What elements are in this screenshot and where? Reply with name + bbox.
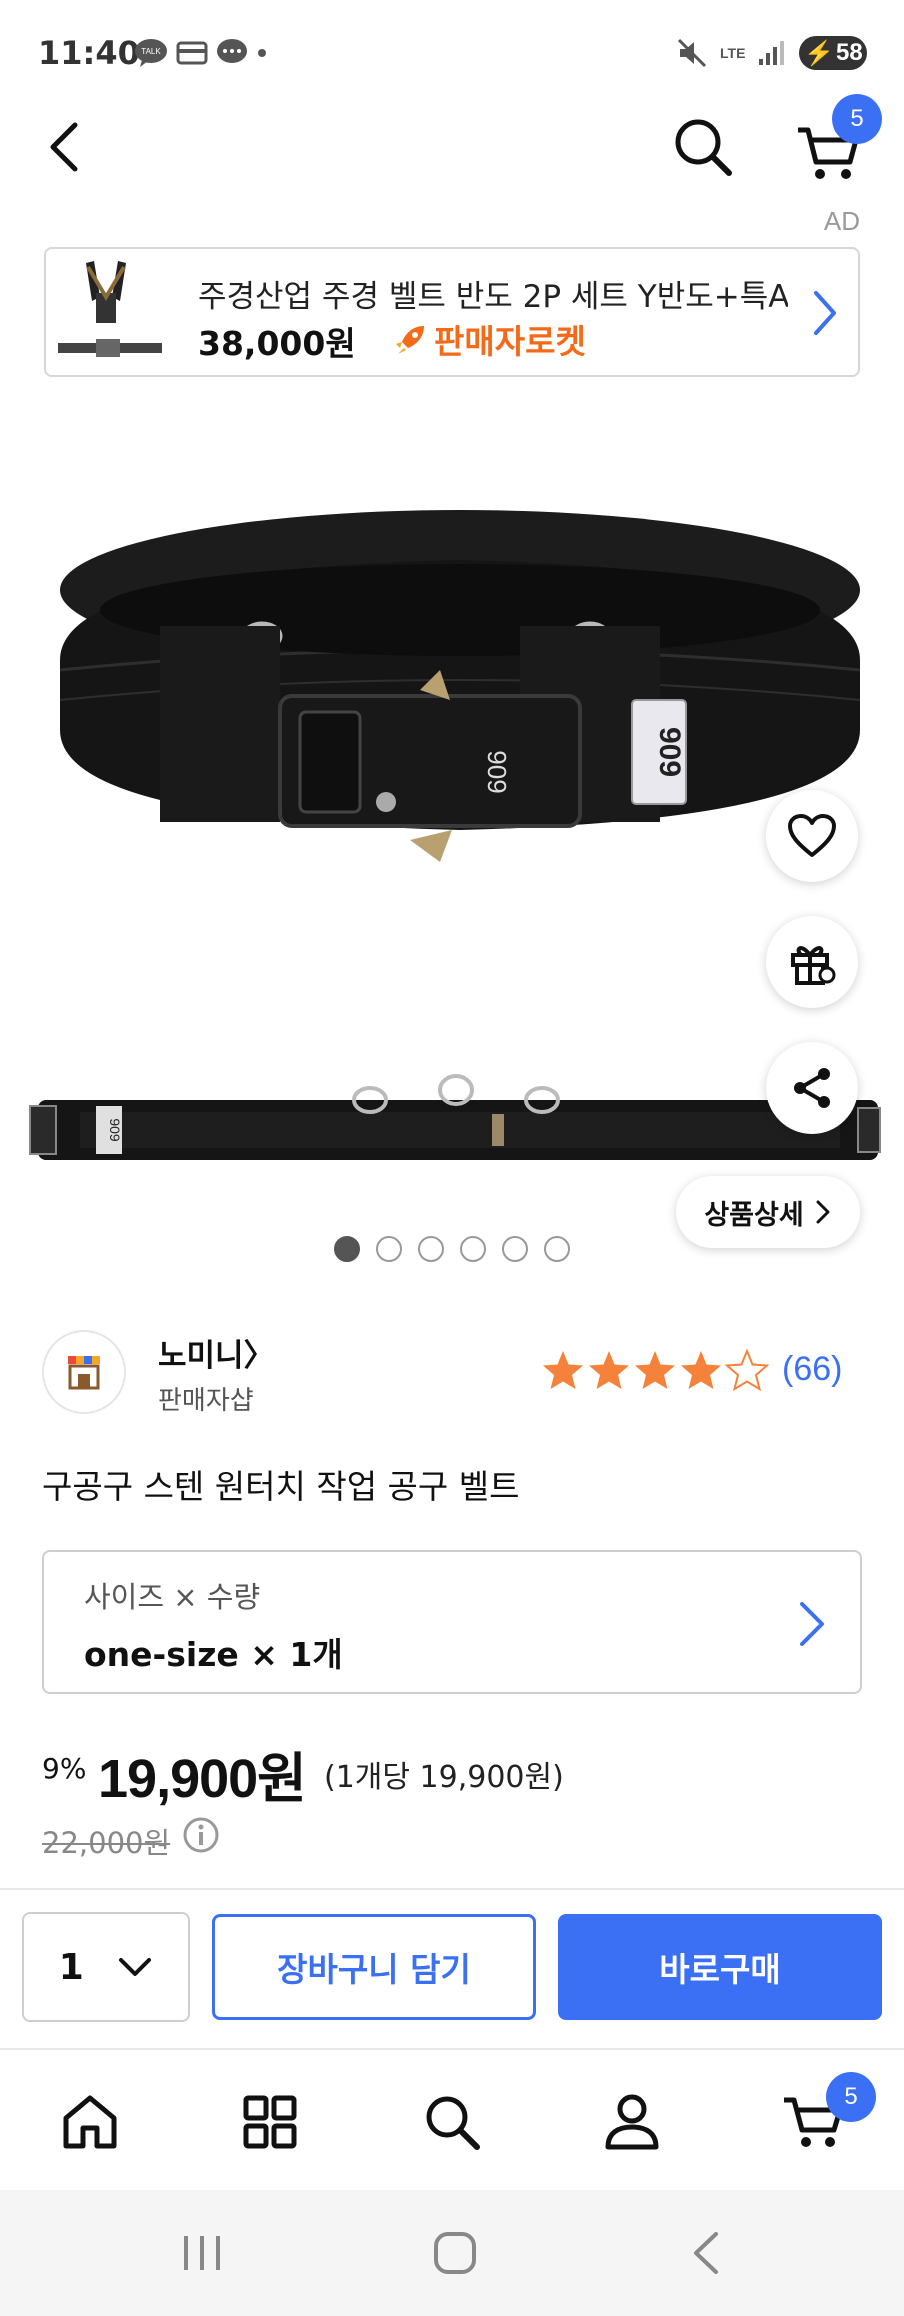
chevron-left-icon — [50, 122, 78, 172]
buy-now-button[interactable]: 바로구매 — [558, 1914, 882, 2020]
signal-icon — [759, 41, 785, 65]
discount-rate: 9% — [42, 1752, 87, 1785]
status-time: 11:40 — [38, 34, 140, 72]
quantity-select[interactable]: 1 — [22, 1912, 190, 2022]
system-navigation-bar — [0, 2190, 904, 2316]
image-pagination — [334, 1236, 570, 1262]
share-icon — [794, 1068, 830, 1108]
option-value: one-size × 1개 — [84, 1635, 343, 1674]
recent-apps-icon[interactable] — [180, 2232, 224, 2274]
home-icon — [63, 2095, 117, 2149]
message-icon — [217, 39, 247, 63]
back-system-icon[interactable] — [690, 2230, 722, 2276]
account-icon — [605, 2094, 659, 2150]
page-dot[interactable] — [502, 1236, 528, 1262]
option-label: 사이즈 × 수량 — [84, 1580, 261, 1614]
system-status-icons: LTE ⚡ 58 — [676, 36, 868, 70]
info-icon[interactable] — [182, 1816, 220, 1854]
mute-icon — [677, 38, 707, 68]
product-image-gallery[interactable]: 909 909 909 — [0, 400, 904, 1230]
rocket-label: 판매자로켓 — [434, 322, 586, 361]
seller-subtitle: 판매자샵 — [158, 1386, 254, 1416]
search-icon — [675, 119, 732, 176]
star-rating-icon — [543, 1350, 768, 1390]
gift-icon — [791, 946, 836, 985]
quantity-value: 1 — [58, 1946, 84, 1988]
sale-price: 19,900원 — [98, 1749, 307, 1809]
ad-title: 주경산업 주경 벨트 반도 2P 세트 Y반도+특A... — [198, 279, 788, 315]
chevron-right-icon — [800, 1602, 824, 1646]
dot-icon — [258, 49, 266, 57]
product-detail-label: 상품상세 — [704, 1199, 804, 1231]
tab-account[interactable] — [582, 2080, 682, 2164]
ad-product-thumbnail — [58, 261, 162, 357]
category-icon — [243, 2095, 297, 2149]
cart-count-badge: 5 — [832, 94, 882, 144]
original-price: 22,000원 — [42, 1826, 171, 1860]
home-system-icon[interactable] — [432, 2230, 478, 2276]
chevron-right-icon: 〉 — [243, 1338, 275, 1374]
chevron-right-icon — [816, 1200, 830, 1224]
divider — [0, 1888, 904, 1890]
add-to-cart-button[interactable]: 장바구니 담기 — [212, 1914, 536, 2020]
battery-level: 58 — [836, 39, 863, 66]
tab-home[interactable] — [40, 2080, 140, 2164]
patch-brand-text: 909 — [653, 727, 686, 777]
wishlist-button[interactable] — [766, 790, 858, 882]
page-dot[interactable] — [544, 1236, 570, 1262]
product-title: 구공구 스텐 원터치 작업 공구 벨트 — [42, 1467, 520, 1506]
search-button[interactable] — [664, 108, 742, 186]
share-button[interactable] — [766, 1042, 858, 1134]
unit-price: (1개당 19,900원) — [324, 1760, 564, 1795]
svg-text:909: 909 — [107, 1118, 123, 1142]
chevron-down-icon — [119, 1958, 152, 1976]
page-dot[interactable] — [418, 1236, 444, 1262]
page-dot[interactable] — [376, 1236, 402, 1262]
svg-text:TALK: TALK — [141, 47, 161, 56]
tab-cart[interactable]: 5 — [764, 2072, 876, 2164]
wallet-icon — [176, 41, 208, 65]
tab-category[interactable] — [220, 2080, 320, 2164]
ad-price: 38,000원 — [198, 324, 356, 363]
seller-name-text: 노미니 — [158, 1338, 244, 1374]
product-image: 909 909 909 — [29, 510, 881, 1160]
product-detail-button[interactable]: 상품상세 — [676, 1176, 860, 1248]
gift-button[interactable] — [766, 916, 858, 1008]
seller-rocket-badge: 판매자로켓 — [394, 315, 586, 363]
rating-stars[interactable] — [540, 1348, 772, 1394]
cart-button[interactable]: 5 — [796, 94, 882, 186]
battery-indicator: ⚡ 58 — [799, 36, 868, 70]
review-count[interactable]: (66) — [782, 1350, 842, 1389]
ad-banner[interactable]: 주경산업 주경 벨트 반도 2P 세트 Y반도+특A... 38,000원 판매… — [44, 247, 860, 377]
back-button[interactable] — [34, 112, 94, 182]
heart-icon — [788, 814, 836, 857]
tab-search[interactable] — [402, 2080, 502, 2164]
page-dot[interactable] — [334, 1236, 360, 1262]
rocket-icon — [396, 326, 424, 354]
option-selector[interactable]: 사이즈 × 수량 one-size × 1개 — [42, 1550, 862, 1694]
notification-icons: TALK — [134, 38, 268, 68]
talk-icon: TALK — [135, 39, 167, 67]
page-dot[interactable] — [460, 1236, 486, 1262]
buckle-brand-text: 909 — [482, 750, 512, 793]
charging-icon: ⚡ — [804, 39, 834, 67]
status-bar: 11:40 TALK LTE ⚡ 58 — [0, 0, 904, 112]
chevron-right-icon — [814, 291, 836, 335]
divider — [0, 2048, 904, 2050]
shop-icon — [68, 1356, 100, 1390]
search-icon — [426, 2096, 480, 2150]
network-label: LTE — [720, 45, 746, 61]
seller-logo[interactable] — [42, 1330, 126, 1414]
cart-count-badge: 5 — [826, 2072, 876, 2122]
ad-label: AD — [823, 206, 860, 236]
seller-name[interactable]: 노미니〉 — [158, 1330, 275, 1375]
